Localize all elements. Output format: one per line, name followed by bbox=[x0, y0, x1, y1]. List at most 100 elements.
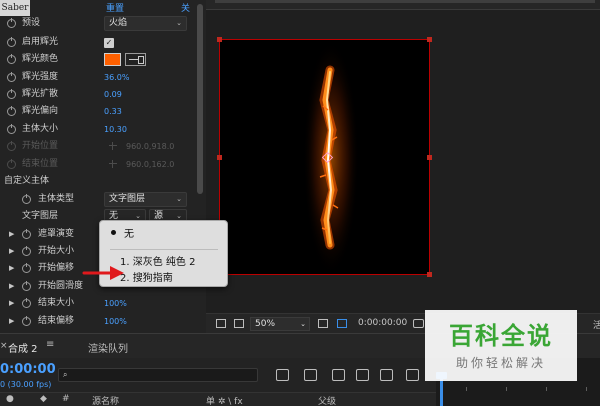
eyedropper-icon[interactable] bbox=[125, 53, 146, 66]
viewer-trailing-text[interactable]: 活 bbox=[593, 318, 600, 331]
ruler-tick bbox=[506, 387, 507, 391]
glow-color-label: 辉光颜色 bbox=[22, 54, 59, 64]
effects-scrollbar[interactable] bbox=[196, 0, 204, 200]
saber-effect-badge[interactable]: Saber bbox=[0, 0, 30, 16]
about-link[interactable]: 关 bbox=[181, 1, 190, 14]
glow-color-swatch[interactable] bbox=[104, 53, 121, 66]
start-position-label: 开始位置 bbox=[22, 141, 59, 151]
start-size-label: 开始大小 bbox=[38, 246, 75, 256]
source-name-header[interactable]: 源名称 bbox=[92, 394, 119, 406]
panel-menu-icon[interactable]: ≡ bbox=[46, 339, 54, 350]
end-offset-row[interactable]: ▶ 结束偏移 100% bbox=[0, 313, 206, 330]
menu-item-sogou-guide[interactable]: 2. 搜狗指南 bbox=[120, 269, 173, 284]
chevron-down-icon: ⌄ bbox=[300, 320, 306, 328]
transform-handle[interactable] bbox=[427, 155, 432, 160]
tab-render-queue[interactable]: 渲染队列 bbox=[88, 340, 128, 355]
expand-triangle-icon[interactable]: ▶ bbox=[9, 313, 14, 330]
core-size-row: 主体大小 10.30 bbox=[0, 121, 206, 138]
expand-triangle-icon[interactable]: ▶ bbox=[9, 226, 14, 243]
current-time[interactable]: 0:00:00 bbox=[0, 362, 56, 377]
glow-spread-label: 辉光扩散 bbox=[22, 89, 59, 99]
reset-link[interactable]: 重置 bbox=[106, 1, 124, 14]
glow-bias-row: 辉光偏向 0.33 bbox=[0, 103, 206, 120]
graph-editor-icon[interactable] bbox=[406, 369, 419, 381]
search-icon: ⌕ bbox=[63, 370, 68, 379]
transform-handle[interactable] bbox=[427, 37, 432, 42]
stopwatch-icon[interactable] bbox=[22, 246, 31, 256]
core-type-select[interactable]: 文字图层 ⌄ bbox=[104, 192, 187, 207]
glow-bias-value[interactable]: 0.33 bbox=[104, 103, 122, 120]
visibility-eye-icon[interactable]: ● bbox=[6, 394, 14, 404]
stopwatch-icon[interactable] bbox=[7, 37, 16, 47]
zoom-select[interactable]: 50% ⌄ bbox=[250, 317, 310, 331]
label-tag-icon[interactable]: ◆ bbox=[40, 394, 47, 404]
stopwatch-icon[interactable] bbox=[22, 194, 31, 204]
layer-search-input[interactable]: ⌕ bbox=[58, 368, 258, 382]
stopwatch-icon[interactable] bbox=[22, 298, 31, 308]
crosshair-icon bbox=[109, 160, 117, 168]
stopwatch-icon[interactable] bbox=[7, 72, 16, 82]
start-position-value: 960.0,918.0 bbox=[126, 142, 175, 151]
transform-handle[interactable] bbox=[217, 155, 222, 160]
selected-bullet-icon bbox=[111, 230, 116, 235]
end-size-value[interactable]: 100% bbox=[104, 295, 127, 312]
custom-core-section[interactable]: 自定义主体 bbox=[0, 173, 206, 190]
stopwatch-icon bbox=[7, 159, 16, 169]
end-position-label: 结束位置 bbox=[22, 159, 59, 169]
menu-item-dark-gray-solid[interactable]: 1. 深灰色 纯色 2 bbox=[120, 253, 195, 268]
stopwatch-icon[interactable] bbox=[22, 281, 31, 291]
saber-beam bbox=[303, 40, 359, 276]
expand-triangle-icon[interactable]: ▶ bbox=[9, 295, 14, 312]
glow-color-row: 辉光颜色 bbox=[0, 51, 206, 68]
stopwatch-icon[interactable] bbox=[7, 124, 16, 134]
stopwatch-icon[interactable] bbox=[7, 106, 16, 116]
shy-layers-icon[interactable] bbox=[332, 369, 345, 381]
end-size-row[interactable]: ▶ 结束大小 100% bbox=[0, 295, 206, 312]
layer-number-header: # bbox=[62, 394, 70, 404]
glow-intensity-value[interactable]: 36.0% bbox=[104, 69, 129, 86]
expand-triangle-icon[interactable]: ▶ bbox=[9, 260, 14, 277]
custom-core-title: 自定义主体 bbox=[4, 176, 50, 186]
watermark-subtitle: 助你轻松解决 bbox=[455, 356, 546, 370]
enable-glow-row: 启用辉光 bbox=[0, 34, 206, 51]
stopwatch-icon[interactable] bbox=[22, 316, 31, 326]
composition-canvas[interactable] bbox=[219, 39, 430, 276]
motion-blur-icon[interactable] bbox=[380, 369, 393, 381]
grid-toggle-icon[interactable] bbox=[337, 319, 347, 328]
monitor-icon[interactable] bbox=[234, 319, 244, 328]
preset-label: 预设 bbox=[22, 18, 41, 28]
glow-spread-row: 辉光扩散 0.09 bbox=[0, 86, 206, 103]
transform-handle[interactable] bbox=[217, 37, 222, 42]
tab-composition[interactable]: 合成 2 bbox=[8, 340, 38, 355]
expand-triangle-icon[interactable]: ▶ bbox=[9, 243, 14, 260]
frame-blending-icon[interactable] bbox=[356, 369, 369, 381]
draft-3d-icon[interactable] bbox=[304, 369, 317, 381]
snapshot-camera-icon[interactable] bbox=[413, 319, 424, 328]
comp-flowchart-icon[interactable] bbox=[276, 369, 289, 381]
transform-handle[interactable] bbox=[427, 272, 432, 277]
scrollbar-thumb[interactable] bbox=[197, 4, 203, 194]
chevron-down-icon: ⌄ bbox=[176, 195, 182, 203]
preview-icon[interactable] bbox=[216, 319, 226, 328]
viewer-timecode[interactable]: 0:00:00:00 bbox=[358, 318, 407, 328]
end-position-row: 结束位置 960.0,162.0 bbox=[0, 156, 206, 173]
stopwatch-icon[interactable] bbox=[7, 18, 16, 28]
fit-frame-icon[interactable] bbox=[318, 319, 328, 328]
menu-item-none[interactable]: 无 bbox=[124, 225, 134, 240]
stopwatch-icon[interactable] bbox=[7, 89, 16, 99]
preset-select[interactable]: 火焰 ⌄ bbox=[104, 16, 187, 31]
glow-spread-value[interactable]: 0.09 bbox=[104, 86, 122, 103]
expand-triangle-icon[interactable]: ▶ bbox=[9, 278, 14, 295]
close-icon[interactable]: × bbox=[0, 341, 8, 351]
mask-evolution-label: 遮罩演变 bbox=[38, 229, 75, 239]
start-offset-label: 开始偏移 bbox=[38, 263, 75, 273]
crosshair-icon bbox=[109, 142, 117, 150]
stopwatch-icon[interactable] bbox=[22, 263, 31, 273]
red-arrow-annotation bbox=[82, 266, 124, 280]
stopwatch-icon[interactable] bbox=[22, 229, 31, 239]
switches-header: 单 ✲ \ fx bbox=[206, 397, 243, 406]
stopwatch-icon[interactable] bbox=[7, 54, 16, 64]
core-size-value[interactable]: 10.30 bbox=[104, 121, 127, 138]
enable-glow-checkbox[interactable]: ✓ bbox=[104, 38, 114, 48]
end-offset-value[interactable]: 100% bbox=[104, 313, 127, 330]
